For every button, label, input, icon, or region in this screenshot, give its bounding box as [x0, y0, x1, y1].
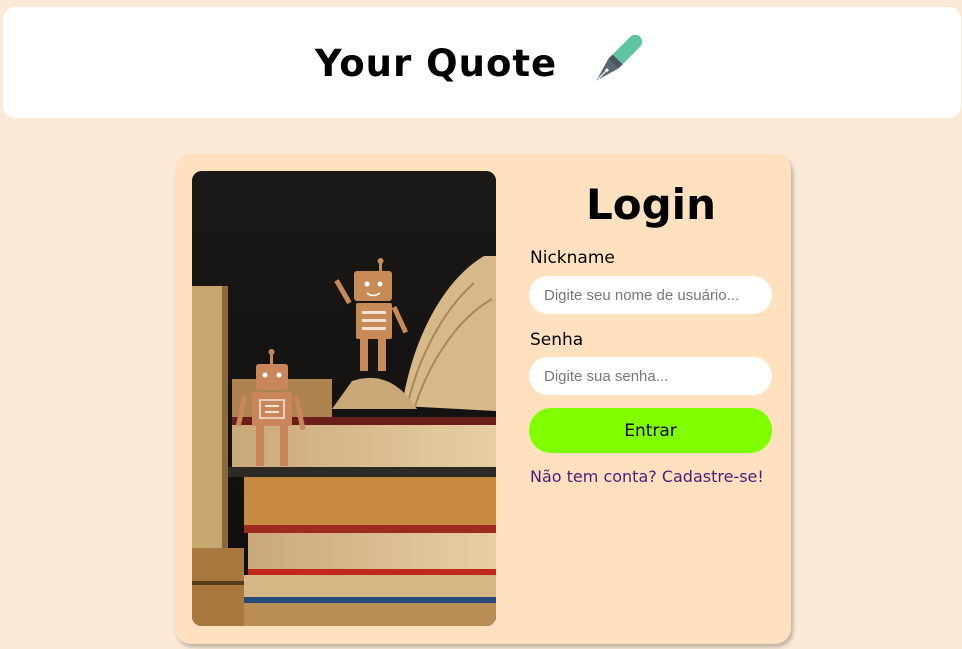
- signup-link[interactable]: Não tem conta? Cadastre-se!: [530, 467, 790, 486]
- site-title: Your Quote: [314, 42, 558, 85]
- login-button[interactable]: Entrar: [529, 408, 772, 453]
- password-input[interactable]: [529, 357, 772, 395]
- books-robots-image: [192, 171, 496, 626]
- nickname-label: Nickname: [530, 248, 615, 268]
- fountain-pen-icon: [596, 34, 643, 81]
- nickname-input[interactable]: [529, 276, 772, 314]
- login-title: Login: [586, 180, 716, 229]
- login-card: Login Nickname Senha Entrar Não tem cont…: [175, 154, 791, 644]
- password-label: Senha: [530, 330, 584, 350]
- page-header: Your Quote: [3, 7, 961, 118]
